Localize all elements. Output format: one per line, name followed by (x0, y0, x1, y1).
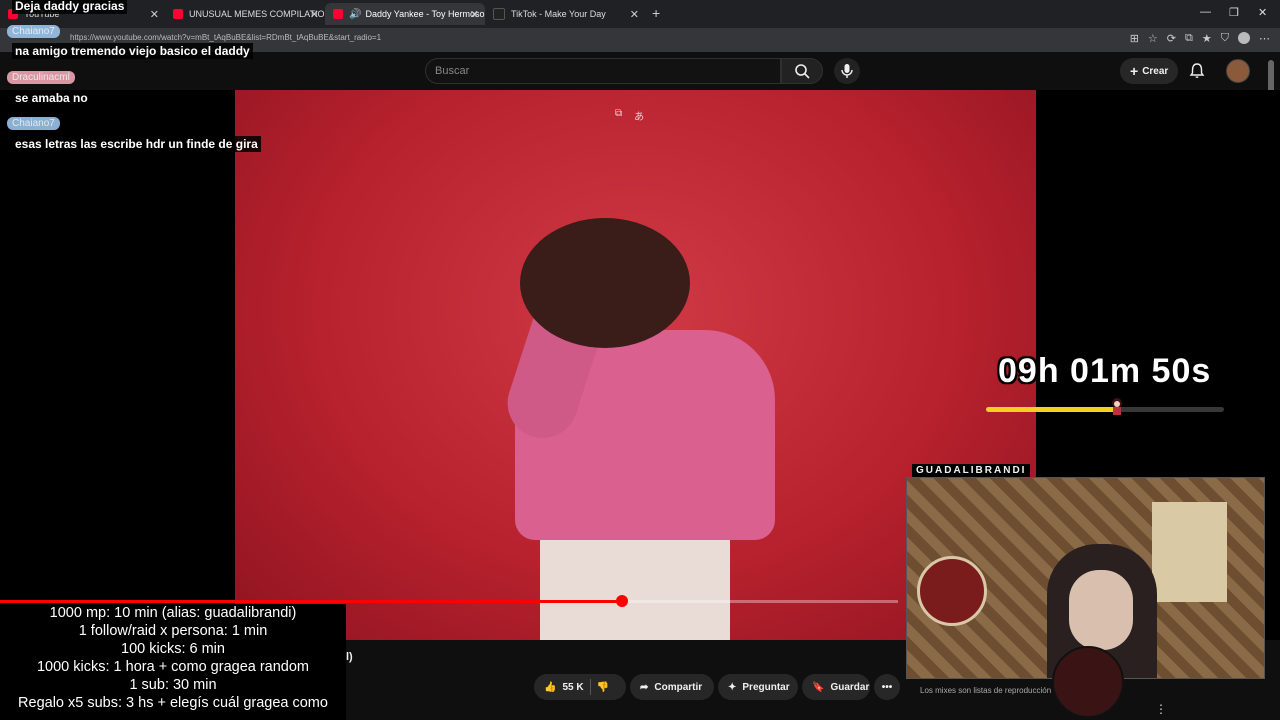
tab-label: Daddy Yankee - Toy Hermoso (365, 9, 485, 19)
tab-tiktok[interactable]: TikTok - Make Your Day ✕ (485, 3, 645, 25)
timer-progress-bar (986, 398, 1224, 415)
more-icon[interactable]: ⋯ (1259, 32, 1270, 45)
voice-search-button[interactable] (834, 58, 860, 84)
timer-progress-fill (986, 407, 1117, 412)
browser-tab-bar: YouTube ✕ UNUSUAL MEMES COMPILATION ✕ 🔊 … (0, 0, 1280, 28)
divider (589, 679, 591, 695)
youtube-favicon-icon (333, 9, 343, 19)
character-sprite-icon (1111, 398, 1122, 415)
bookmark-icon: 🔖 (812, 681, 825, 693)
goal-item: 1000 kicks: 1 hora + como gragea random (36, 659, 310, 675)
subathon-timer: 09h 01m 50s (998, 352, 1212, 390)
thumbs-up-icon[interactable]: 👍 (544, 682, 556, 693)
shield-icon[interactable]: ⛉ (1221, 32, 1229, 45)
speaker-icon[interactable]: 🔊 (349, 9, 361, 20)
more-vertical-icon[interactable]: ⋮ (1155, 702, 1167, 716)
video-progress-fill (0, 600, 623, 603)
account-avatar[interactable] (1226, 59, 1250, 83)
chat-username: Draculinacml (7, 71, 75, 84)
goal-item: 1000 mp: 10 min (alias: guadalibrandi) (49, 605, 297, 621)
chat-message: Deja daddy gracias (12, 0, 128, 14)
translate-icon[interactable]: あ (634, 108, 644, 123)
video-overlay-icons: ⧉ あ (615, 108, 644, 123)
search-input[interactable]: Buscar (425, 58, 781, 84)
share-icon: ➦ (640, 681, 649, 693)
video-person-skirt (540, 540, 730, 640)
profile-icon[interactable] (1238, 32, 1250, 44)
minimize-icon[interactable]: — (1200, 6, 1211, 18)
close-tab-icon[interactable]: ✕ (630, 8, 639, 21)
video-person-hair (520, 218, 690, 348)
save-label: Guardar (830, 681, 870, 693)
favorite-star-icon[interactable]: ☆ (1148, 32, 1158, 45)
microphone-icon (841, 64, 853, 78)
create-button[interactable]: + Crear (1120, 58, 1179, 84)
close-tab-icon[interactable]: ✕ (310, 8, 319, 21)
save-button[interactable]: 🔖 Guardar (802, 674, 870, 700)
goal-item: 1 sub: 30 min (129, 677, 217, 693)
close-window-icon[interactable]: ✕ (1258, 6, 1267, 19)
video-settings-icon[interactable]: ⧉ (615, 108, 622, 123)
close-tab-icon[interactable]: ✕ (470, 8, 479, 21)
search-placeholder: Buscar (435, 65, 470, 77)
notifications-bell-icon[interactable] (1188, 62, 1206, 80)
url-field[interactable]: https://www.youtube.com/watch?v=mBt_tAqB… (70, 33, 381, 42)
goal-item: Regalo x5 subs: 3 hs + elegís cuál grage… (18, 695, 328, 711)
webcam-label: GUADALIBRANDI (912, 464, 1031, 477)
create-label: Crear (1142, 65, 1169, 77)
like-count: 55 K (562, 681, 584, 693)
search-button[interactable] (781, 58, 823, 84)
chat-message: esas letras las escribe hdr un finde de … (12, 136, 261, 152)
streamer-face (1069, 570, 1133, 650)
browser-toolbar-icons: ⊞ ☆ ⟳ ⧉ ★ ⛉ ⋯ (1130, 32, 1270, 45)
ask-button[interactable]: ✦ Preguntar (718, 674, 798, 700)
search-icon (795, 64, 810, 79)
platform-sign (917, 556, 987, 626)
tab-unusual-memes[interactable]: UNUSUAL MEMES COMPILATION ✕ (165, 3, 325, 25)
tiktok-favicon-icon (493, 8, 505, 20)
chat-message: na amigo tremendo viejo basico el daddy (12, 43, 253, 59)
share-label: Compartir (654, 681, 703, 693)
refresh-icon[interactable]: ⟳ (1167, 32, 1176, 45)
video-progress-bar[interactable] (0, 595, 898, 607)
streamer-avatar (1052, 646, 1124, 718)
share-button[interactable]: ➦ Compartir (630, 674, 714, 700)
close-tab-icon[interactable]: ✕ (150, 8, 159, 21)
subathon-goals-list: 1000 mp: 10 min (alias: guadalibrandi) 1… (0, 604, 346, 720)
chat-username: Chaiano7 (7, 25, 60, 38)
ask-label: Preguntar (742, 681, 790, 693)
video-title-fragment: l) (346, 651, 353, 663)
restore-icon[interactable]: ❐ (1229, 6, 1239, 19)
tab-label: TikTok - Make Your Day (511, 9, 606, 19)
goal-item: 100 kicks: 6 min (121, 641, 225, 657)
thumbs-down-icon[interactable]: 👎 (597, 682, 609, 693)
collections-icon[interactable]: ★ (1202, 32, 1212, 45)
sparkle-icon: ✦ (728, 681, 737, 693)
new-tab-button[interactable]: + (652, 5, 660, 21)
like-dislike-button[interactable]: 👍 55 K 👎 (534, 674, 626, 700)
wanted-poster (1152, 502, 1227, 602)
chat-message: se amaba no (12, 90, 91, 106)
youtube-favicon-icon (173, 9, 183, 19)
chat-username: Chaiano7 (7, 117, 60, 130)
tab-label: UNUSUAL MEMES COMPILATION (189, 9, 325, 19)
goal-item: 1 follow/raid x persona: 1 min (78, 623, 268, 639)
more-horizontal-icon: ••• (881, 681, 893, 693)
apps-icon[interactable]: ⊞ (1130, 32, 1139, 45)
tab-daddy-yankee[interactable]: 🔊 Daddy Yankee - Toy Hermoso ✕ (325, 3, 485, 25)
more-actions-button[interactable]: ••• (874, 674, 900, 700)
extensions-icon[interactable]: ⧉ (1185, 32, 1193, 45)
plus-icon: + (1130, 63, 1139, 79)
